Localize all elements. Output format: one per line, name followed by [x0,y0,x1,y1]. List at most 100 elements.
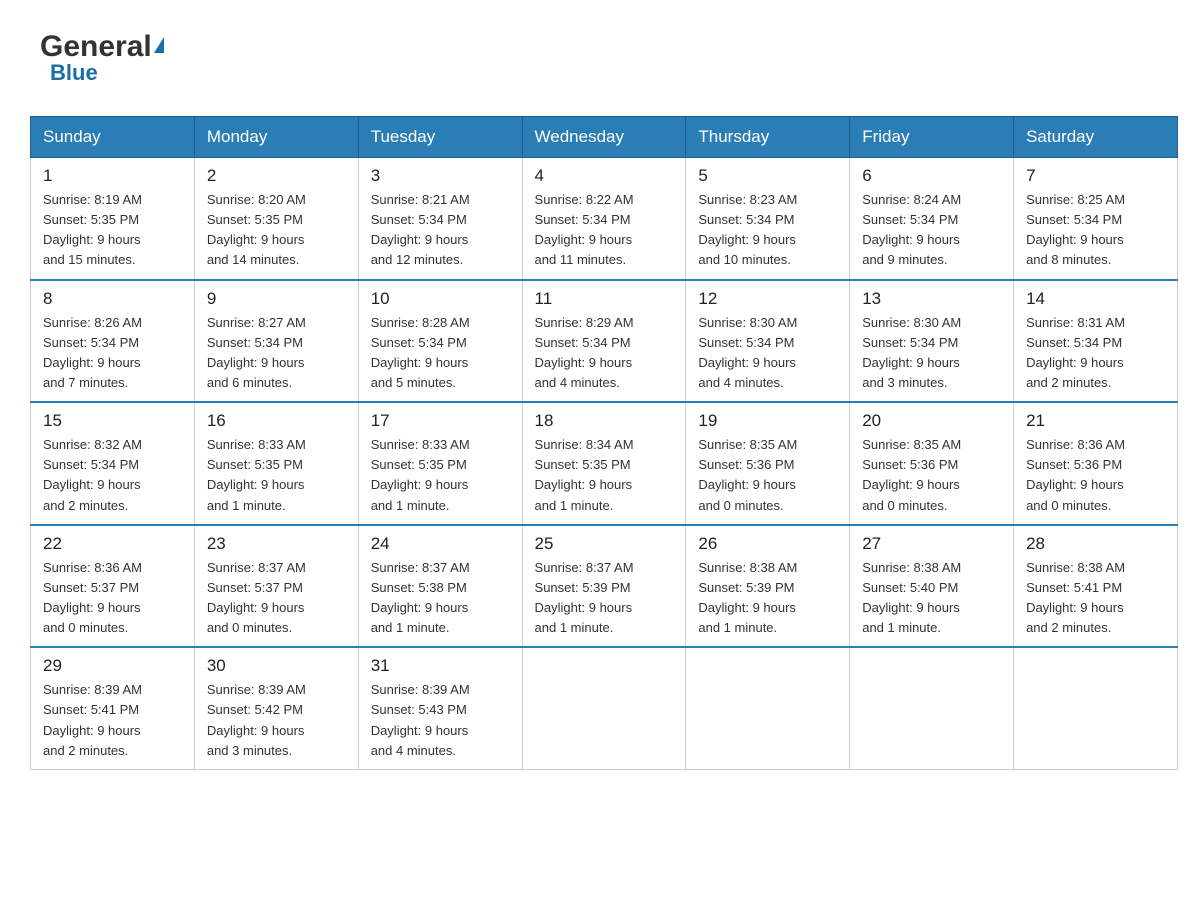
day-info: Sunrise: 8:24 AM Sunset: 5:34 PM Dayligh… [862,190,1001,271]
day-number: 26 [698,534,837,554]
calendar-day-cell: 13 Sunrise: 8:30 AM Sunset: 5:34 PM Dayl… [850,280,1014,403]
day-info: Sunrise: 8:22 AM Sunset: 5:34 PM Dayligh… [535,190,674,271]
day-info: Sunrise: 8:20 AM Sunset: 5:35 PM Dayligh… [207,190,346,271]
day-number: 9 [207,289,346,309]
calendar-day-cell [850,647,1014,769]
calendar-day-cell: 23 Sunrise: 8:37 AM Sunset: 5:37 PM Dayl… [194,525,358,648]
calendar-day-cell: 22 Sunrise: 8:36 AM Sunset: 5:37 PM Dayl… [31,525,195,648]
day-info: Sunrise: 8:25 AM Sunset: 5:34 PM Dayligh… [1026,190,1165,271]
calendar-day-cell: 11 Sunrise: 8:29 AM Sunset: 5:34 PM Dayl… [522,280,686,403]
day-info: Sunrise: 8:28 AM Sunset: 5:34 PM Dayligh… [371,313,510,394]
day-info: Sunrise: 8:27 AM Sunset: 5:34 PM Dayligh… [207,313,346,394]
weekday-header-monday: Monday [194,117,358,158]
day-info: Sunrise: 8:35 AM Sunset: 5:36 PM Dayligh… [862,435,1001,516]
calendar-day-cell: 18 Sunrise: 8:34 AM Sunset: 5:35 PM Dayl… [522,402,686,525]
day-info: Sunrise: 8:39 AM Sunset: 5:43 PM Dayligh… [371,680,510,761]
weekday-header-tuesday: Tuesday [358,117,522,158]
day-number: 17 [371,411,510,431]
day-number: 28 [1026,534,1165,554]
calendar-day-cell: 4 Sunrise: 8:22 AM Sunset: 5:34 PM Dayli… [522,158,686,280]
calendar-day-cell [686,647,850,769]
day-number: 11 [535,289,674,309]
calendar-day-cell: 19 Sunrise: 8:35 AM Sunset: 5:36 PM Dayl… [686,402,850,525]
calendar-day-cell: 24 Sunrise: 8:37 AM Sunset: 5:38 PM Dayl… [358,525,522,648]
day-info: Sunrise: 8:39 AM Sunset: 5:41 PM Dayligh… [43,680,182,761]
day-info: Sunrise: 8:31 AM Sunset: 5:34 PM Dayligh… [1026,313,1165,394]
day-number: 8 [43,289,182,309]
day-info: Sunrise: 8:29 AM Sunset: 5:34 PM Dayligh… [535,313,674,394]
day-number: 6 [862,166,1001,186]
calendar-day-cell: 27 Sunrise: 8:38 AM Sunset: 5:40 PM Dayl… [850,525,1014,648]
day-number: 20 [862,411,1001,431]
calendar-day-cell: 9 Sunrise: 8:27 AM Sunset: 5:34 PM Dayli… [194,280,358,403]
day-number: 4 [535,166,674,186]
calendar-day-cell: 17 Sunrise: 8:33 AM Sunset: 5:35 PM Dayl… [358,402,522,525]
calendar-day-cell: 31 Sunrise: 8:39 AM Sunset: 5:43 PM Dayl… [358,647,522,769]
day-info: Sunrise: 8:23 AM Sunset: 5:34 PM Dayligh… [698,190,837,271]
weekday-header-sunday: Sunday [31,117,195,158]
day-number: 7 [1026,166,1165,186]
calendar-day-cell: 21 Sunrise: 8:36 AM Sunset: 5:36 PM Dayl… [1014,402,1178,525]
day-info: Sunrise: 8:36 AM Sunset: 5:37 PM Dayligh… [43,558,182,639]
day-info: Sunrise: 8:38 AM Sunset: 5:41 PM Dayligh… [1026,558,1165,639]
calendar-day-cell: 16 Sunrise: 8:33 AM Sunset: 5:35 PM Dayl… [194,402,358,525]
day-info: Sunrise: 8:30 AM Sunset: 5:34 PM Dayligh… [862,313,1001,394]
day-number: 24 [371,534,510,554]
day-number: 2 [207,166,346,186]
day-number: 5 [698,166,837,186]
day-info: Sunrise: 8:38 AM Sunset: 5:39 PM Dayligh… [698,558,837,639]
day-number: 16 [207,411,346,431]
day-info: Sunrise: 8:33 AM Sunset: 5:35 PM Dayligh… [371,435,510,516]
calendar-day-cell: 5 Sunrise: 8:23 AM Sunset: 5:34 PM Dayli… [686,158,850,280]
logo: General Blue [40,30,164,86]
calendar-day-cell: 30 Sunrise: 8:39 AM Sunset: 5:42 PM Dayl… [194,647,358,769]
weekday-header-friday: Friday [850,117,1014,158]
day-number: 29 [43,656,182,676]
day-number: 19 [698,411,837,431]
day-number: 13 [862,289,1001,309]
day-number: 15 [43,411,182,431]
logo-triangle-icon [154,37,164,53]
day-number: 30 [207,656,346,676]
day-info: Sunrise: 8:38 AM Sunset: 5:40 PM Dayligh… [862,558,1001,639]
calendar-week-row: 8 Sunrise: 8:26 AM Sunset: 5:34 PM Dayli… [31,280,1178,403]
page-header: General Blue [20,20,1168,96]
day-number: 12 [698,289,837,309]
day-info: Sunrise: 8:32 AM Sunset: 5:34 PM Dayligh… [43,435,182,516]
calendar-day-cell: 26 Sunrise: 8:38 AM Sunset: 5:39 PM Dayl… [686,525,850,648]
calendar-day-cell: 29 Sunrise: 8:39 AM Sunset: 5:41 PM Dayl… [31,647,195,769]
day-info: Sunrise: 8:30 AM Sunset: 5:34 PM Dayligh… [698,313,837,394]
calendar-day-cell: 10 Sunrise: 8:28 AM Sunset: 5:34 PM Dayl… [358,280,522,403]
day-number: 25 [535,534,674,554]
calendar-day-cell: 12 Sunrise: 8:30 AM Sunset: 5:34 PM Dayl… [686,280,850,403]
calendar-day-cell: 7 Sunrise: 8:25 AM Sunset: 5:34 PM Dayli… [1014,158,1178,280]
calendar-week-row: 29 Sunrise: 8:39 AM Sunset: 5:41 PM Dayl… [31,647,1178,769]
day-info: Sunrise: 8:37 AM Sunset: 5:37 PM Dayligh… [207,558,346,639]
calendar-day-cell: 15 Sunrise: 8:32 AM Sunset: 5:34 PM Dayl… [31,402,195,525]
calendar-day-cell: 2 Sunrise: 8:20 AM Sunset: 5:35 PM Dayli… [194,158,358,280]
calendar-day-cell: 3 Sunrise: 8:21 AM Sunset: 5:34 PM Dayli… [358,158,522,280]
weekday-header-wednesday: Wednesday [522,117,686,158]
day-info: Sunrise: 8:26 AM Sunset: 5:34 PM Dayligh… [43,313,182,394]
calendar-day-cell [1014,647,1178,769]
calendar-week-row: 1 Sunrise: 8:19 AM Sunset: 5:35 PM Dayli… [31,158,1178,280]
day-number: 21 [1026,411,1165,431]
calendar-week-row: 22 Sunrise: 8:36 AM Sunset: 5:37 PM Dayl… [31,525,1178,648]
day-number: 14 [1026,289,1165,309]
day-info: Sunrise: 8:19 AM Sunset: 5:35 PM Dayligh… [43,190,182,271]
calendar-week-row: 15 Sunrise: 8:32 AM Sunset: 5:34 PM Dayl… [31,402,1178,525]
weekday-header-row: SundayMondayTuesdayWednesdayThursdayFrid… [31,117,1178,158]
day-info: Sunrise: 8:37 AM Sunset: 5:39 PM Dayligh… [535,558,674,639]
calendar-day-cell: 6 Sunrise: 8:24 AM Sunset: 5:34 PM Dayli… [850,158,1014,280]
calendar-day-cell: 14 Sunrise: 8:31 AM Sunset: 5:34 PM Dayl… [1014,280,1178,403]
calendar-day-cell: 28 Sunrise: 8:38 AM Sunset: 5:41 PM Dayl… [1014,525,1178,648]
day-info: Sunrise: 8:35 AM Sunset: 5:36 PM Dayligh… [698,435,837,516]
day-number: 1 [43,166,182,186]
day-number: 22 [43,534,182,554]
day-info: Sunrise: 8:36 AM Sunset: 5:36 PM Dayligh… [1026,435,1165,516]
day-info: Sunrise: 8:33 AM Sunset: 5:35 PM Dayligh… [207,435,346,516]
day-number: 23 [207,534,346,554]
day-info: Sunrise: 8:21 AM Sunset: 5:34 PM Dayligh… [371,190,510,271]
calendar-table: SundayMondayTuesdayWednesdayThursdayFrid… [30,116,1178,770]
day-number: 31 [371,656,510,676]
